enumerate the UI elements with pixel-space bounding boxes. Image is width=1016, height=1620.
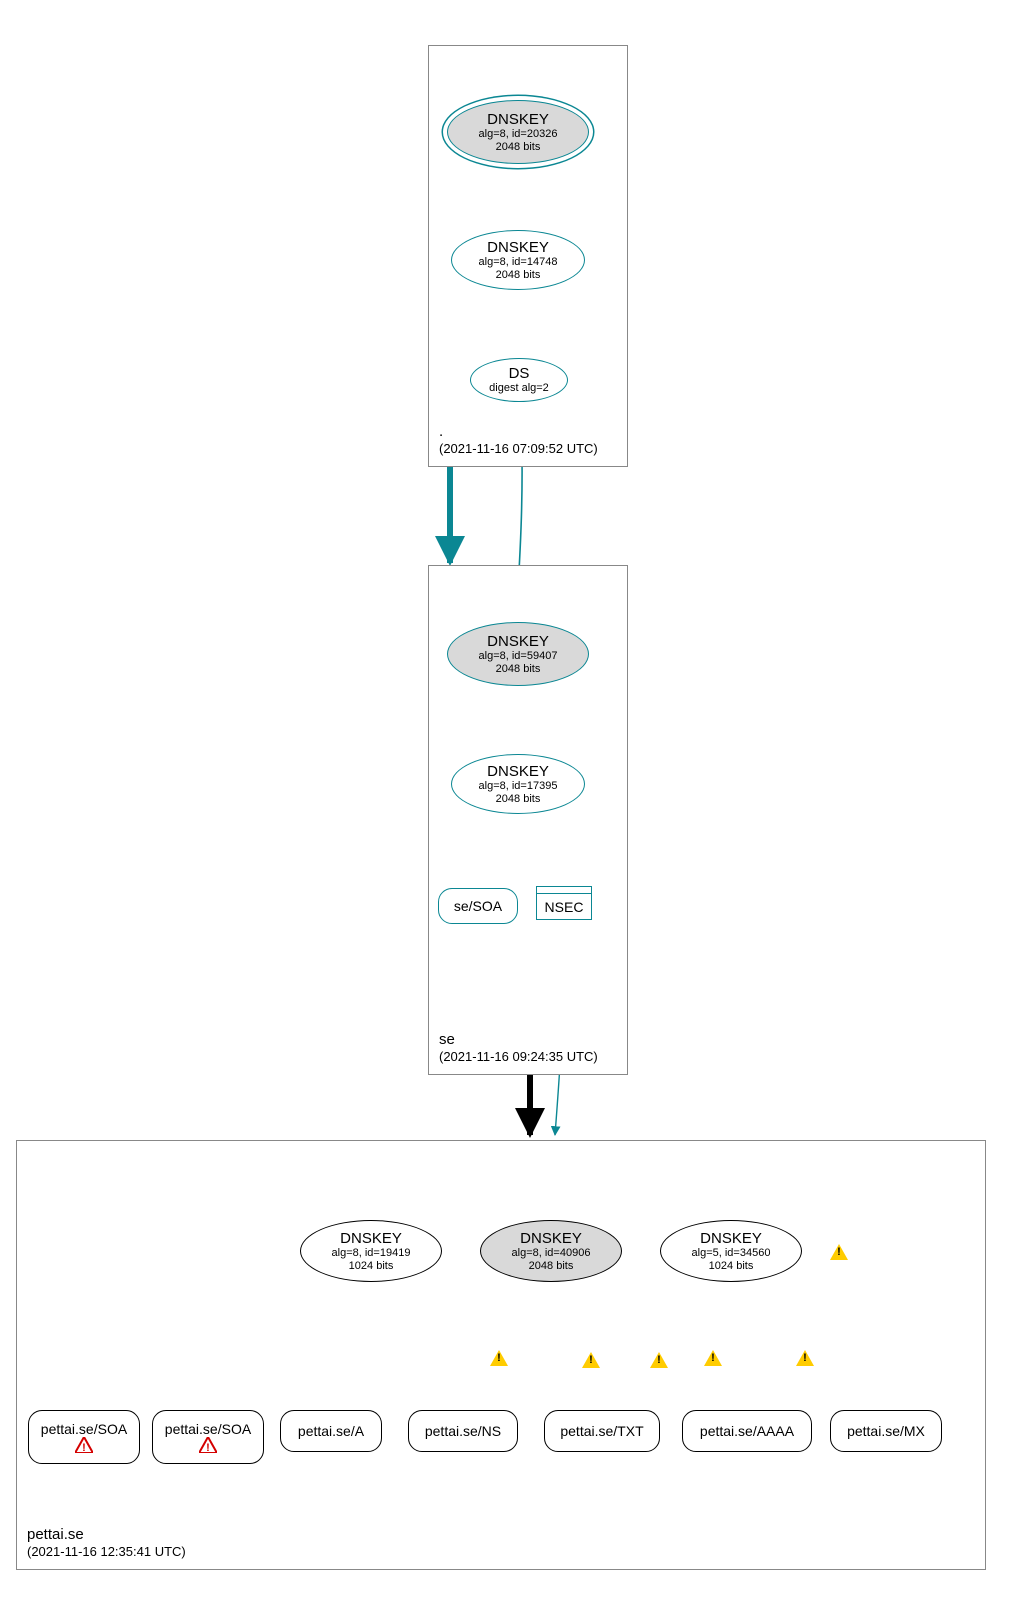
node-pettai-k1: DNSKEY alg=8, id=19419 1024 bits	[300, 1220, 442, 1282]
zone-pettai-ts: (2021-11-16 12:35:41 UTC)	[27, 1544, 186, 1561]
pettai-k3-line1: alg=5, id=34560	[692, 1247, 771, 1260]
node-pettai-txt: pettai.se/TXT	[544, 1410, 660, 1452]
error-icon: !	[75, 1437, 93, 1453]
root-zsk-line1: alg=8, id=14748	[479, 256, 558, 269]
node-pettai-soa1: pettai.se/SOA !	[28, 1410, 140, 1464]
se-zsk-line2: 2048 bits	[496, 793, 541, 806]
root-ksk-line2: 2048 bits	[496, 141, 541, 154]
pettai-k2-line1: alg=8, id=40906	[512, 1247, 591, 1260]
node-pettai-aaaa: pettai.se/AAAA	[682, 1410, 812, 1452]
node-se-soa: se/SOA	[438, 888, 518, 924]
error-icon: !	[199, 1437, 217, 1453]
zone-root-ts: (2021-11-16 07:09:52 UTC)	[439, 441, 598, 458]
zone-root-label: . (2021-11-16 07:09:52 UTC)	[439, 422, 598, 458]
pettai-k1-line1: alg=8, id=19419	[332, 1247, 411, 1260]
node-se-ksk: DNSKEY alg=8, id=59407 2048 bits	[447, 622, 589, 686]
node-pettai-soa2: pettai.se/SOA !	[152, 1410, 264, 1464]
pettai-ns-label: pettai.se/NS	[425, 1423, 501, 1439]
warning-icon	[650, 1352, 668, 1368]
se-ksk-line2: 2048 bits	[496, 663, 541, 676]
pettai-k2-title: DNSKEY	[520, 1230, 582, 1247]
root-zsk-line2: 2048 bits	[496, 269, 541, 282]
node-pettai-k3: DNSKEY alg=5, id=34560 1024 bits	[660, 1220, 802, 1282]
se-ksk-line1: alg=8, id=59407	[479, 650, 558, 663]
pettai-k3-title: DNSKEY	[700, 1230, 762, 1247]
pettai-k2-line2: 2048 bits	[529, 1260, 574, 1273]
zone-pettai-label: pettai.se (2021-11-16 12:35:41 UTC)	[27, 1525, 186, 1561]
zone-se-ts: (2021-11-16 09:24:35 UTC)	[439, 1049, 598, 1066]
warning-icon	[582, 1352, 600, 1368]
pettai-txt-label: pettai.se/TXT	[560, 1423, 643, 1439]
pettai-mx-label: pettai.se/MX	[847, 1423, 925, 1439]
zone-se-label: se (2021-11-16 09:24:35 UTC)	[439, 1030, 598, 1066]
root-ds-title: DS	[509, 365, 530, 382]
warning-icon	[490, 1350, 508, 1366]
warning-icon	[830, 1244, 848, 1260]
svg-text:!: !	[206, 1442, 210, 1453]
root-ds-line1: digest alg=2	[489, 382, 549, 395]
zone-se-name: se	[439, 1030, 598, 1050]
pettai-k3-line2: 1024 bits	[709, 1260, 754, 1273]
pettai-soa2-label: pettai.se/SOA	[165, 1421, 251, 1437]
pettai-soa1-label: pettai.se/SOA	[41, 1421, 127, 1437]
se-zsk-line1: alg=8, id=17395	[479, 780, 558, 793]
zone-pettai-name: pettai.se	[27, 1525, 186, 1545]
warning-icon	[796, 1350, 814, 1366]
se-soa-label: se/SOA	[454, 898, 502, 914]
root-ksk-line1: alg=8, id=20326	[479, 128, 558, 141]
node-pettai-a: pettai.se/A	[280, 1410, 382, 1452]
se-ksk-title: DNSKEY	[487, 633, 549, 650]
node-pettai-ns: pettai.se/NS	[408, 1410, 518, 1452]
root-zsk-title: DNSKEY	[487, 239, 549, 256]
pettai-aaaa-label: pettai.se/AAAA	[700, 1423, 794, 1439]
svg-text:!: !	[82, 1442, 86, 1453]
node-root-ksk: DNSKEY alg=8, id=20326 2048 bits	[447, 100, 589, 164]
warning-icon	[704, 1350, 722, 1366]
node-pettai-k2: DNSKEY alg=8, id=40906 2048 bits	[480, 1220, 622, 1282]
node-se-zsk: DNSKEY alg=8, id=17395 2048 bits	[451, 754, 585, 814]
zone-root-name: .	[439, 422, 598, 442]
pettai-a-label: pettai.se/A	[298, 1423, 364, 1439]
node-root-zsk: DNSKEY alg=8, id=14748 2048 bits	[451, 230, 585, 290]
node-root-ds: DS digest alg=2	[470, 358, 568, 402]
se-zsk-title: DNSKEY	[487, 763, 549, 780]
se-nsec-label: NSEC	[545, 899, 584, 915]
node-pettai-mx: pettai.se/MX	[830, 1410, 942, 1452]
root-ksk-title: DNSKEY	[487, 111, 549, 128]
pettai-k1-title: DNSKEY	[340, 1230, 402, 1247]
pettai-k1-line2: 1024 bits	[349, 1260, 394, 1273]
node-se-nsec: NSEC	[536, 886, 592, 920]
